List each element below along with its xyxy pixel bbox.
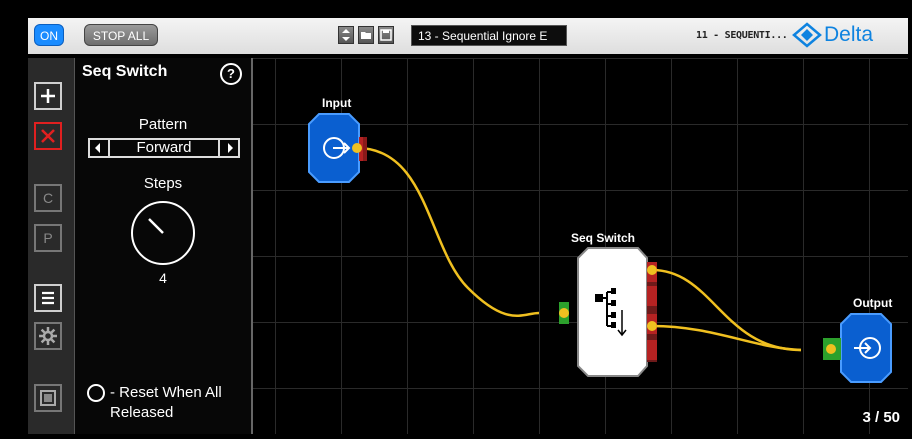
brand-logo: Delta: [792, 21, 873, 49]
preset-stepper-button[interactable]: [338, 26, 354, 44]
arrow-left-icon: [95, 143, 100, 153]
pattern-selector: Forward: [88, 138, 240, 158]
seq-switch-node-label: Seq Switch: [571, 231, 636, 245]
open-folder-button[interactable]: [358, 26, 374, 44]
switch-out-port-3[interactable]: [647, 321, 657, 331]
output-node-label: Output: [853, 296, 893, 310]
preset-tag: 11 - SEQUENTI...: [696, 30, 788, 41]
delete-module-button[interactable]: [34, 122, 62, 150]
input-node[interactable]: [308, 113, 367, 183]
panel-icon: [40, 390, 56, 406]
module-title: Seq Switch: [82, 63, 168, 80]
switch-in-port[interactable]: [559, 308, 569, 318]
brand-name: Delta: [824, 23, 874, 46]
list-button[interactable]: [34, 284, 62, 312]
help-button[interactable]: ?: [220, 63, 242, 85]
panel-toggle-button[interactable]: [34, 384, 62, 412]
input-node-label: Input: [322, 96, 352, 110]
patch-graph: [308, 113, 892, 383]
module-inspector: Seq Switch ? Pattern Forward Steps 4 - R…: [75, 58, 253, 434]
app-window: ON STOP ALL 13 - Sequential Ignore E 11 …: [0, 0, 912, 439]
cable-input-to-switch[interactable]: [356, 146, 540, 317]
patch-canvas[interactable]: Input Seq Switch Output 3 / 50: [253, 58, 908, 434]
switch-out-port-1[interactable]: [647, 265, 657, 275]
top-bar: ON STOP ALL 13 - Sequential Ignore E 11 …: [28, 18, 908, 54]
folder-icon: [361, 32, 371, 39]
preset-name-field[interactable]: 13 - Sequential Ignore E: [411, 25, 567, 46]
main-panel: C P Seq Switch ? Pattern Forward Steps 4…: [28, 58, 908, 434]
list-icon: [42, 291, 54, 305]
paste-button[interactable]: P: [34, 224, 62, 252]
gear-icon: [39, 327, 57, 345]
settings-button[interactable]: [34, 322, 62, 350]
updown-icon: [342, 29, 350, 41]
close-icon: [41, 129, 55, 143]
input-out-port[interactable]: [352, 143, 362, 153]
plus-icon: [41, 89, 55, 103]
pattern-next-button[interactable]: [222, 140, 238, 156]
pattern-prev-button[interactable]: [90, 140, 106, 156]
left-toolbar: C P: [28, 58, 75, 434]
steps-value: 4: [159, 270, 167, 286]
on-button[interactable]: ON: [34, 24, 64, 46]
save-icon: [380, 29, 392, 41]
output-in-port[interactable]: [826, 344, 836, 354]
pattern-value: Forward: [108, 140, 220, 156]
pattern-label: Pattern: [138, 116, 188, 133]
add-module-button[interactable]: [34, 82, 62, 110]
arrow-right-icon: [228, 143, 233, 153]
reset-when-released-label: - Reset When All Released: [110, 384, 222, 421]
steps-label: Steps: [143, 175, 183, 192]
reset-when-released-radio[interactable]: [87, 384, 105, 402]
steps-knob[interactable]: [130, 200, 196, 266]
page-counter: 3 / 50: [862, 409, 900, 426]
save-button[interactable]: [378, 26, 394, 44]
cable-switch-out1-to-output[interactable]: [651, 268, 802, 352]
output-node[interactable]: [823, 313, 892, 383]
delta-logo-icon: [792, 22, 822, 48]
stop-all-button[interactable]: STOP ALL: [84, 24, 158, 46]
copy-button[interactable]: C: [34, 184, 62, 212]
seq-switch-node[interactable]: [559, 247, 657, 377]
